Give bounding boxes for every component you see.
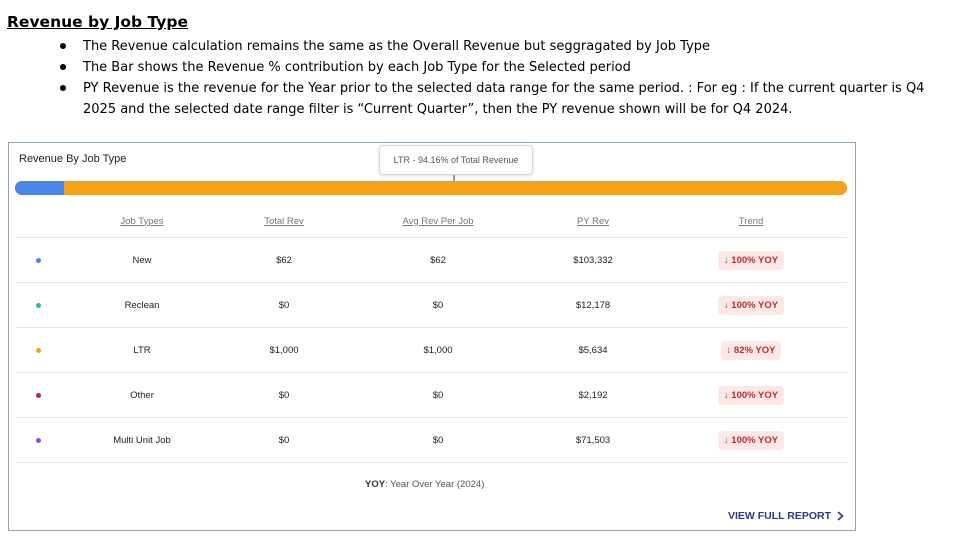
- trend-badge: ↓ 100% YOY: [717, 295, 785, 315]
- column-header-job-types[interactable]: Job Types: [61, 216, 223, 227]
- column-header-avg-rev[interactable]: Avg Rev Per Job: [345, 216, 531, 227]
- trend-badge: ↓ 100% YOY: [717, 430, 785, 450]
- cell-avg-rev: $62: [430, 254, 446, 266]
- cell-job-type: Reclean: [124, 299, 160, 311]
- table-header-row: Job Types Total Rev Avg Rev Per Job PY R…: [15, 205, 847, 238]
- trend-value: 100% YOY: [731, 434, 779, 446]
- chevron-right-icon: [837, 511, 844, 521]
- cell-total-rev: $1,000: [269, 344, 299, 356]
- cell-py-rev: $103,332: [573, 254, 613, 266]
- cell-total-rev: $0: [278, 389, 290, 401]
- bullet-text: PY Revenue is the revenue for the Year p…: [83, 81, 925, 117]
- trend-badge: ↓ 82% YOY: [720, 340, 782, 360]
- cell-avg-rev: $1,000: [423, 344, 453, 356]
- bullet-dot-icon: [60, 43, 66, 49]
- series-dot-icon: [35, 392, 41, 398]
- trend-value: 100% YOY: [731, 254, 779, 266]
- series-dot-icon: [35, 257, 41, 263]
- cell-job-type: Other: [130, 389, 154, 401]
- column-header-total-rev[interactable]: Total Rev: [223, 216, 345, 227]
- trend-value: 100% YOY: [731, 389, 779, 401]
- cell-avg-rev: $0: [432, 389, 444, 401]
- cell-py-rev: $2,192: [578, 389, 608, 401]
- series-dot-icon: [35, 302, 41, 308]
- bullet-item: The Bar shows the Revenue % contribution…: [60, 57, 960, 78]
- column-header-py-rev[interactable]: PY Rev: [531, 216, 655, 227]
- table-row: Multi Unit Job $0 $0 $71,503 ↓ 100% YOY: [15, 418, 847, 463]
- bullet-text: The Bar shows the Revenue % contribution…: [83, 60, 631, 75]
- card-title: Revenue By Job Type: [19, 153, 127, 165]
- cell-total-rev: $0: [278, 299, 290, 311]
- bar-segment-ltr[interactable]: [63, 181, 847, 195]
- table-row: Reclean $0 $0 $12,178 ↓ 100% YOY: [15, 283, 847, 328]
- bar-tooltip: LTR - 94.16% of Total Revenue: [379, 145, 533, 175]
- series-dot-icon: [35, 347, 41, 353]
- revenue-contribution-bar[interactable]: [15, 181, 847, 195]
- bullet-list: The Revenue calculation remains the same…: [60, 36, 960, 120]
- view-full-report-label: VIEW FULL REPORT: [728, 510, 832, 522]
- series-dot-icon: [35, 437, 41, 443]
- table-row: New $62 $62 $103,332 ↓ 100% YOY: [15, 238, 847, 283]
- cell-avg-rev: $0: [432, 434, 444, 446]
- bullet-dot-icon: [60, 64, 66, 70]
- bullet-item: The Revenue calculation remains the same…: [60, 36, 960, 57]
- table-row: LTR $1,000 $1,000 $5,634 ↓ 82% YOY: [15, 328, 847, 373]
- column-header-trend[interactable]: Trend: [655, 216, 847, 227]
- footnote-text: : Year Over Year (2024): [385, 479, 485, 490]
- cell-py-rev: $71,503: [575, 434, 611, 446]
- document-title: Revenue by Job Type: [7, 13, 188, 31]
- cell-job-type: Multi Unit Job: [113, 434, 171, 446]
- view-full-report-link[interactable]: VIEW FULL REPORT: [728, 510, 844, 522]
- table-row: Other $0 $0 $2,192 ↓ 100% YOY: [15, 373, 847, 418]
- footnote-key: YOY: [365, 479, 386, 490]
- bullet-text: The Revenue calculation remains the same…: [83, 39, 711, 54]
- cell-total-rev: $62: [276, 254, 292, 266]
- trend-value: 100% YOY: [731, 299, 779, 311]
- trend-badge: ↓ 100% YOY: [717, 385, 785, 405]
- cell-py-rev: $12,178: [575, 299, 611, 311]
- bar-segment-new[interactable]: [15, 181, 64, 195]
- bullet-item: PY Revenue is the revenue for the Year p…: [60, 78, 960, 120]
- cell-total-rev: $0: [278, 434, 290, 446]
- trend-badge: ↓ 100% YOY: [717, 250, 785, 270]
- revenue-by-job-type-card: Revenue By Job Type LTR - 94.16% of Tota…: [8, 142, 856, 531]
- yoy-footnote: YOY: Year Over Year (2024): [365, 479, 484, 490]
- cell-job-type: New: [132, 254, 152, 266]
- cell-py-rev: $5,634: [578, 344, 608, 356]
- cell-avg-rev: $0: [432, 299, 444, 311]
- cell-job-type: LTR: [133, 344, 151, 356]
- job-type-table: Job Types Total Rev Avg Rev Per Job PY R…: [15, 205, 847, 463]
- bullet-dot-icon: [60, 85, 66, 91]
- trend-value: 82% YOY: [733, 344, 776, 356]
